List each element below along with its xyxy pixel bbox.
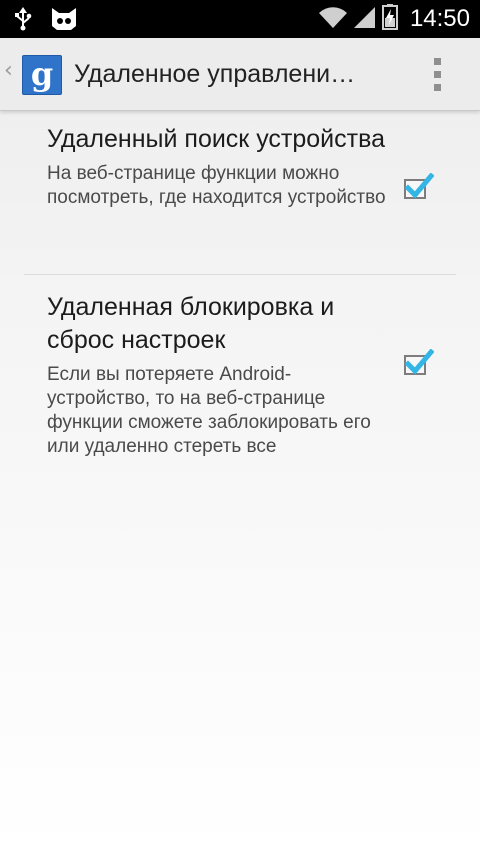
status-clock: 14:50 [409, 5, 470, 32]
page-title: Удаленное управлени… [74, 60, 356, 88]
pref-summary: Если вы потеряете Android-устройство, то… [47, 364, 371, 457]
pref-title: Удаленная блокировка и сброс настроек [47, 293, 335, 354]
action-bar: ‹ g Удаленное управлени… [0, 38, 480, 111]
remote-locate-checkbox[interactable] [404, 173, 434, 199]
pref-remote-locate[interactable]: Удаленный поиск устройства На веб-страни… [24, 111, 456, 275]
checkmark-icon [404, 173, 434, 199]
google-settings-app-icon[interactable]: g [22, 55, 62, 95]
wifi-icon [318, 5, 348, 33]
usb-icon [14, 7, 32, 35]
status-bar: 14:50 [0, 0, 480, 38]
preference-list: Удаленный поиск устройства На веб-страни… [0, 111, 480, 465]
pref-summary: На веб-странице функции можно посмотреть… [47, 163, 386, 208]
cell-signal-icon [353, 5, 376, 33]
battery-charging-icon [381, 4, 398, 34]
checkmark-icon [404, 349, 434, 375]
overflow-menu-icon[interactable] [418, 56, 458, 92]
pref-remote-lock-wipe[interactable]: Удаленная блокировка и сброс настроек Ес… [24, 275, 456, 465]
app-icon-letter: g [30, 55, 54, 93]
remote-lock-wipe-checkbox[interactable] [404, 349, 434, 375]
back-caret-icon[interactable]: ‹ [4, 58, 13, 83]
cyanogenmod-icon [50, 6, 78, 36]
pref-title: Удаленный поиск устройства [47, 125, 385, 153]
